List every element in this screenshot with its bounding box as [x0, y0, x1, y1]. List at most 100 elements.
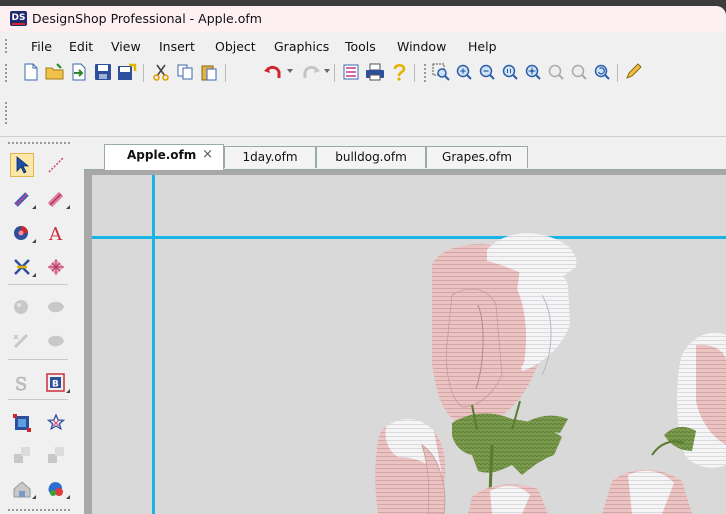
- svg-text:S: S: [15, 374, 27, 393]
- zoom-box-icon[interactable]: [430, 61, 452, 83]
- tab-label: 1day.ofm: [242, 150, 298, 164]
- b-border-icon[interactable]: B: [44, 371, 68, 395]
- zoom-previous-icon[interactable]: [568, 61, 590, 83]
- tool-palette: A S B: [0, 137, 80, 514]
- pattern-fill-icon[interactable]: [44, 255, 68, 279]
- window-title: DesignShop Professional - Apple.ofm: [32, 11, 262, 26]
- tab-close-icon[interactable]: ×: [202, 145, 213, 165]
- s-disabled-icon[interactable]: S: [10, 371, 34, 395]
- help-icon[interactable]: [388, 61, 410, 83]
- disabled-tool-6-icon[interactable]: [44, 443, 68, 467]
- canvas-frame: [84, 170, 726, 514]
- print-icon[interactable]: [364, 61, 386, 83]
- zoom-refresh-icon[interactable]: [591, 61, 613, 83]
- menu-help[interactable]: Help: [468, 39, 497, 54]
- palette-separator: [8, 359, 68, 360]
- flyout-marker: [32, 273, 36, 277]
- disabled-tool-3-icon[interactable]: [10, 329, 34, 353]
- flyout-marker: [32, 495, 36, 499]
- flyout-marker: [32, 239, 36, 243]
- text-a-icon[interactable]: A: [44, 221, 68, 245]
- zoom-1to1-icon[interactable]: [499, 61, 521, 83]
- app-logo-icon: DS: [10, 11, 27, 26]
- export-icon[interactable]: [116, 61, 138, 83]
- menu-insert[interactable]: Insert: [159, 39, 195, 54]
- fill-tool-icon[interactable]: [44, 187, 68, 211]
- cross-stitch-icon[interactable]: [10, 255, 34, 279]
- import-icon[interactable]: [68, 61, 90, 83]
- menu-bar: File Edit View Insert Object Graphics To…: [0, 34, 726, 58]
- main-toolbar: [0, 58, 726, 88]
- title-bar[interactable]: DS DesignShop Professional - Apple.ofm: [0, 6, 726, 32]
- save-icon[interactable]: [92, 61, 114, 83]
- toolbar-separator: [143, 64, 144, 82]
- disabled-tool-1-icon[interactable]: [10, 295, 34, 319]
- toolbar-grip[interactable]: [5, 102, 9, 124]
- blob-tool-icon[interactable]: [44, 477, 68, 501]
- paste-icon[interactable]: [198, 61, 220, 83]
- tab-bulldog[interactable]: bulldog.ofm: [316, 146, 426, 168]
- rose-bud-top: [431, 233, 577, 425]
- resize-box-icon[interactable]: [10, 411, 34, 435]
- tab-label: bulldog.ofm: [335, 150, 407, 164]
- toolbar-separator: [617, 64, 618, 82]
- star-tool-icon[interactable]: [44, 411, 68, 435]
- disabled-tool-2-icon[interactable]: [44, 295, 68, 319]
- color-sequence-icon[interactable]: [340, 61, 362, 83]
- redo-icon[interactable]: [300, 61, 322, 83]
- tab-grapes[interactable]: Grapes.ofm: [426, 146, 528, 168]
- rose-bud-left: [375, 419, 446, 514]
- toolbar-grip[interactable]: [424, 64, 428, 82]
- menu-window[interactable]: Window: [397, 39, 446, 54]
- tab-label: Grapes.ofm: [442, 150, 512, 164]
- new-icon[interactable]: [20, 61, 42, 83]
- flyout-marker: [66, 389, 70, 393]
- zoom-in-icon[interactable]: [453, 61, 475, 83]
- copy-icon[interactable]: [174, 61, 196, 83]
- toolbar-separator: [225, 64, 226, 82]
- line-tool-icon[interactable]: [44, 153, 68, 177]
- rose-embroidery-design[interactable]: [92, 175, 726, 514]
- satin-tool-icon[interactable]: [10, 187, 34, 211]
- menu-tools[interactable]: Tools: [345, 39, 376, 54]
- toolbar-separator: [334, 64, 335, 82]
- design-canvas[interactable]: [92, 175, 726, 514]
- palette-grip-bottom: [8, 509, 70, 511]
- zoom-all-icon[interactable]: [522, 61, 544, 83]
- secondary-toolbar: [0, 90, 726, 137]
- zoom-out-icon[interactable]: [476, 61, 498, 83]
- rose-bud-right: [651, 332, 726, 468]
- zoom-fit-icon[interactable]: [545, 61, 567, 83]
- tab-1day[interactable]: 1day.ofm: [224, 146, 316, 168]
- house-tool-icon[interactable]: [10, 477, 34, 501]
- undo-dropdown-icon[interactable]: [287, 69, 293, 73]
- undo-icon[interactable]: [262, 61, 284, 83]
- color-wheel-icon[interactable]: [10, 221, 34, 245]
- disabled-tool-4-icon[interactable]: [44, 329, 68, 353]
- flyout-marker: [66, 495, 70, 499]
- menu-graphics[interactable]: Graphics: [274, 39, 329, 54]
- cut-icon[interactable]: [150, 61, 172, 83]
- redo-dropdown-icon[interactable]: [324, 69, 330, 73]
- tab-label: Apple.ofm: [127, 148, 197, 162]
- document-tabs: Apple.ofm × 1day.ofm bulldog.ofm Grapes.…: [84, 143, 726, 170]
- menu-edit[interactable]: Edit: [69, 39, 93, 54]
- toolbar-grip[interactable]: [5, 64, 9, 82]
- disabled-tool-5-icon[interactable]: [10, 443, 34, 467]
- menu-object[interactable]: Object: [215, 39, 256, 54]
- pencil-icon[interactable]: [622, 61, 644, 83]
- select-arrow-icon[interactable]: [10, 153, 34, 177]
- flyout-marker: [66, 205, 70, 209]
- rose-bud-bottom: [468, 469, 692, 514]
- svg-text:A: A: [48, 224, 63, 243]
- tab-apple[interactable]: Apple.ofm ×: [104, 144, 224, 170]
- svg-text:B: B: [52, 380, 59, 390]
- app-window: DS DesignShop Professional - Apple.ofm F…: [0, 6, 726, 514]
- toolbar-separator: [414, 64, 415, 82]
- palette-grip[interactable]: [8, 142, 70, 144]
- menu-grip[interactable]: [5, 39, 9, 53]
- palette-separator: [8, 284, 68, 285]
- menu-file[interactable]: File: [31, 39, 52, 54]
- open-icon[interactable]: [44, 61, 66, 83]
- menu-view[interactable]: View: [111, 39, 141, 54]
